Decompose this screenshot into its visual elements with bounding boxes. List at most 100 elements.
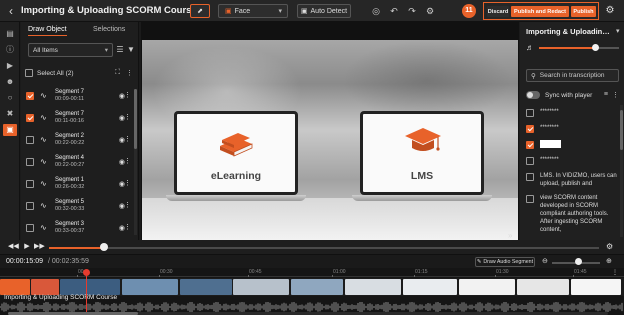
draw-audio-segment-button[interactable]: ✎ Draw Audio Segment bbox=[475, 257, 535, 267]
laptop-screen: LMS bbox=[360, 111, 484, 195]
notification-badge[interactable]: 11 bbox=[462, 4, 476, 18]
transcript-row[interactable]: LMS. In VIDIZMO, users can upload, publi… bbox=[524, 169, 617, 191]
seek-knob[interactable] bbox=[100, 243, 108, 251]
skip-forward-icon[interactable]: ▶▶ bbox=[34, 242, 45, 252]
list-item[interactable]: ∿ Segment 4 00:22-00:27 ◉ ⋮ bbox=[21, 151, 133, 173]
play-icon[interactable]: ▶ bbox=[22, 242, 32, 252]
more-icon[interactable]: ⋮ bbox=[124, 201, 131, 209]
segment-checkbox[interactable] bbox=[26, 202, 34, 210]
segment-checkbox[interactable] bbox=[26, 92, 34, 100]
expand-icon[interactable]: ⛶ bbox=[115, 69, 120, 77]
select-tool-button[interactable]: ⬈ bbox=[190, 4, 210, 18]
auto-detect-button[interactable]: ▣ Auto Detect bbox=[297, 4, 351, 18]
audio-waveform[interactable] bbox=[0, 302, 624, 312]
list-view-icon[interactable]: ☰ bbox=[115, 44, 125, 56]
more-icon[interactable]: ⋮ bbox=[124, 113, 131, 121]
more-icon[interactable]: ⋮ bbox=[612, 269, 618, 276]
transcript-text: ******** bbox=[540, 140, 561, 148]
segment-checkbox[interactable] bbox=[26, 114, 34, 122]
settings-icon[interactable]: ⚙ bbox=[423, 4, 437, 18]
tab-draw-object[interactable]: Draw Object bbox=[28, 26, 67, 36]
select-all-checkbox[interactable] bbox=[25, 69, 33, 77]
segment-scroll-thumb[interactable] bbox=[134, 89, 137, 149]
volume-icon[interactable]: ♬ bbox=[526, 43, 534, 52]
transcript-row[interactable]: view SCORM content developed in SCORM co… bbox=[524, 191, 617, 237]
ruler-tick: 01:30 bbox=[495, 269, 509, 277]
segment-checkbox[interactable] bbox=[26, 158, 34, 166]
zoom-in-icon[interactable]: ⊕ bbox=[606, 257, 612, 265]
people-icon[interactable]: ☻ bbox=[3, 76, 17, 88]
segment-checkbox[interactable] bbox=[26, 136, 34, 144]
gears-icon[interactable]: ⚙ bbox=[603, 4, 617, 18]
more-icon[interactable]: ⋮ bbox=[126, 69, 133, 77]
transcript-checkbox[interactable] bbox=[526, 157, 534, 165]
document-icon[interactable]: ▤ bbox=[3, 28, 17, 40]
timeline[interactable]: 00 00:30 00:45 01:00 01:15 01:30 01:45 ⋮ Impor… bbox=[0, 268, 624, 315]
discard-button[interactable]: Discard bbox=[487, 6, 509, 17]
list-item[interactable]: ∿ Segment 7 00:09-00:11 ◉ ⋮ bbox=[21, 85, 133, 107]
filter-icon[interactable]: ▼ bbox=[126, 44, 136, 56]
transcript-checkbox[interactable] bbox=[526, 125, 534, 133]
timeline-frame bbox=[180, 279, 232, 295]
publish-and-redact-button[interactable]: Publish and Redact bbox=[511, 6, 569, 17]
list-item[interactable]: ∿ Segment 2 00:22-00:22 ◉ ⋮ bbox=[21, 129, 133, 151]
transcript-scroll-thumb[interactable] bbox=[620, 110, 623, 150]
seek-bar[interactable] bbox=[49, 247, 599, 249]
list-item[interactable]: ∿ Segment 5 00:32-00:33 ◉ ⋮ bbox=[21, 195, 133, 217]
expand-chevrons-icon[interactable]: » bbox=[508, 231, 512, 240]
waveform-icon: ∿ bbox=[40, 201, 47, 210]
undo-icon[interactable]: ↶ bbox=[387, 4, 401, 18]
publish-button[interactable]: Publish bbox=[571, 6, 596, 17]
list-item[interactable]: ∿ Segment 7 00:11-00:16 ◉ ⋮ bbox=[21, 107, 133, 129]
target-icon[interactable]: ◎ bbox=[369, 4, 383, 18]
list-item[interactable]: ∿ Segment 3 00:33-00:37 ◉ ⋮ bbox=[21, 217, 133, 239]
transcript-checkbox[interactable] bbox=[526, 109, 534, 117]
transcript-row[interactable]: ******** bbox=[524, 105, 617, 121]
sync-toggle[interactable] bbox=[526, 91, 540, 99]
transcript-checkbox[interactable] bbox=[526, 173, 534, 181]
more-icon[interactable]: ⋮ bbox=[124, 91, 131, 99]
tab-selections[interactable]: Selections bbox=[93, 26, 125, 33]
play-circle-icon[interactable]: ▶ bbox=[3, 60, 17, 72]
detect-mode-select[interactable]: ▣ Face ▾ bbox=[218, 4, 288, 18]
zoom-out-icon[interactable]: ⊖ bbox=[542, 257, 548, 265]
mic-icon[interactable]: ○ bbox=[3, 92, 17, 104]
redaction-icon[interactable]: ▣ bbox=[3, 124, 17, 136]
info-icon[interactable]: ⓘ bbox=[3, 44, 17, 56]
playhead-line bbox=[86, 276, 87, 312]
transcript-row[interactable]: ******** bbox=[524, 121, 617, 137]
transcript-row[interactable]: ******** bbox=[524, 137, 617, 153]
player-settings-icon[interactable]: ⚙ bbox=[606, 242, 613, 251]
chevron-down-icon[interactable]: ▾ bbox=[616, 27, 620, 35]
transcript-checkbox[interactable] bbox=[526, 195, 534, 203]
tools-icon[interactable]: ✖ bbox=[3, 108, 17, 120]
video-frame[interactable]: eLearning LMS bbox=[142, 40, 518, 240]
transcript-checkbox[interactable] bbox=[526, 141, 534, 149]
laptop-screen: eLearning bbox=[174, 111, 298, 195]
more-icon[interactable]: ⋮ bbox=[124, 157, 131, 165]
redo-icon[interactable]: ↷ bbox=[405, 4, 419, 18]
playhead-knob[interactable] bbox=[83, 269, 90, 276]
time-ruler[interactable]: 00 00:30 00:45 01:00 01:15 01:30 01:45 bbox=[0, 268, 624, 277]
segment-checkbox[interactable] bbox=[26, 180, 34, 188]
select-all-text: Select All (2) bbox=[37, 70, 74, 77]
more-icon[interactable]: ⋮ bbox=[612, 91, 619, 99]
transcript-search-input[interactable]: ⚲ Search in transcription bbox=[526, 69, 619, 82]
transcript-text: view SCORM content developed in SCORM co… bbox=[540, 195, 609, 233]
more-icon[interactable]: ⋮ bbox=[124, 179, 131, 187]
ruler-tick: 01:15 bbox=[414, 269, 428, 277]
more-icon[interactable]: ⋮ bbox=[124, 135, 131, 143]
volume-knob[interactable] bbox=[592, 44, 599, 51]
elearning-laptop: eLearning bbox=[166, 111, 306, 203]
back-icon[interactable]: ‹ bbox=[4, 0, 18, 22]
segment-checkbox[interactable] bbox=[26, 224, 34, 232]
skip-back-icon[interactable]: ◀◀ bbox=[8, 242, 19, 252]
transcript-list: ******** ******** ******** ******** LMS. In … bbox=[524, 105, 617, 240]
timeline-frame bbox=[571, 279, 621, 295]
items-filter-select[interactable]: All Items ▾ bbox=[28, 43, 113, 57]
more-icon[interactable]: ⋮ bbox=[124, 223, 131, 231]
book-icon bbox=[220, 133, 253, 157]
translate-icon[interactable]: ≡ bbox=[604, 91, 608, 99]
transcript-row[interactable]: ******** bbox=[524, 153, 617, 169]
list-item[interactable]: ∿ Segment 1 00:26-00:32 ◉ ⋮ bbox=[21, 173, 133, 195]
